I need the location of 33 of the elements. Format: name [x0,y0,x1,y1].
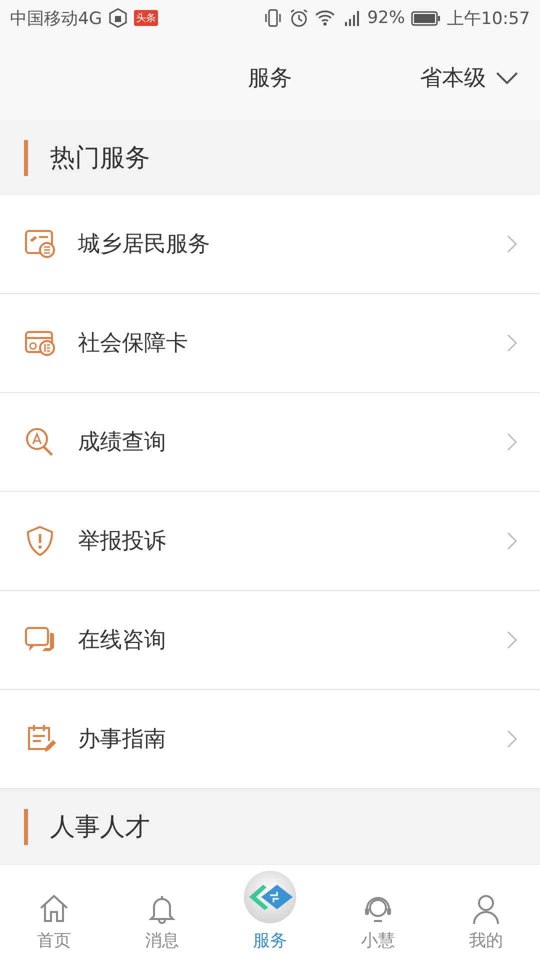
section-title: 热门服务 [50,142,150,174]
battery-icon [411,10,441,26]
wifi-icon [315,8,336,28]
service-label: 成绩查询 [78,429,167,457]
chevron-right-icon [506,432,518,452]
clock-text: 上午10:57 [447,8,530,30]
id-card-icon [24,228,56,260]
shield-icon [24,525,56,557]
section-title: 人事人才 [50,811,150,843]
chevron-right-icon [506,729,518,749]
region-dropdown[interactable]: 省本级 [420,63,518,93]
service-logo-icon [242,869,298,925]
vibrate-icon [263,8,284,28]
carrier-text: 中国移动4G [10,8,102,30]
battery-percent: 92% [367,8,405,28]
chevron-right-icon [506,333,518,353]
chevron-right-icon [506,531,518,551]
notification-badge: 头条 [134,10,158,26]
nav-tab[interactable]: 服务 [216,865,324,960]
home-icon [38,893,70,925]
service-label: 在线咨询 [78,627,167,655]
chevron-right-icon [506,234,518,254]
bell-icon [146,893,178,925]
alarm-icon [289,8,310,28]
chevron-down-icon [496,71,518,85]
chevron-right-icon [506,630,518,650]
service-label: 城乡居民服务 [78,231,211,259]
service-label: 办事指南 [78,726,167,754]
service-label: 举报投诉 [78,528,167,556]
page-title: 服务 [248,65,292,93]
service-label: 社会保障卡 [78,330,189,358]
person-icon [470,893,502,925]
app-icon [108,8,128,28]
